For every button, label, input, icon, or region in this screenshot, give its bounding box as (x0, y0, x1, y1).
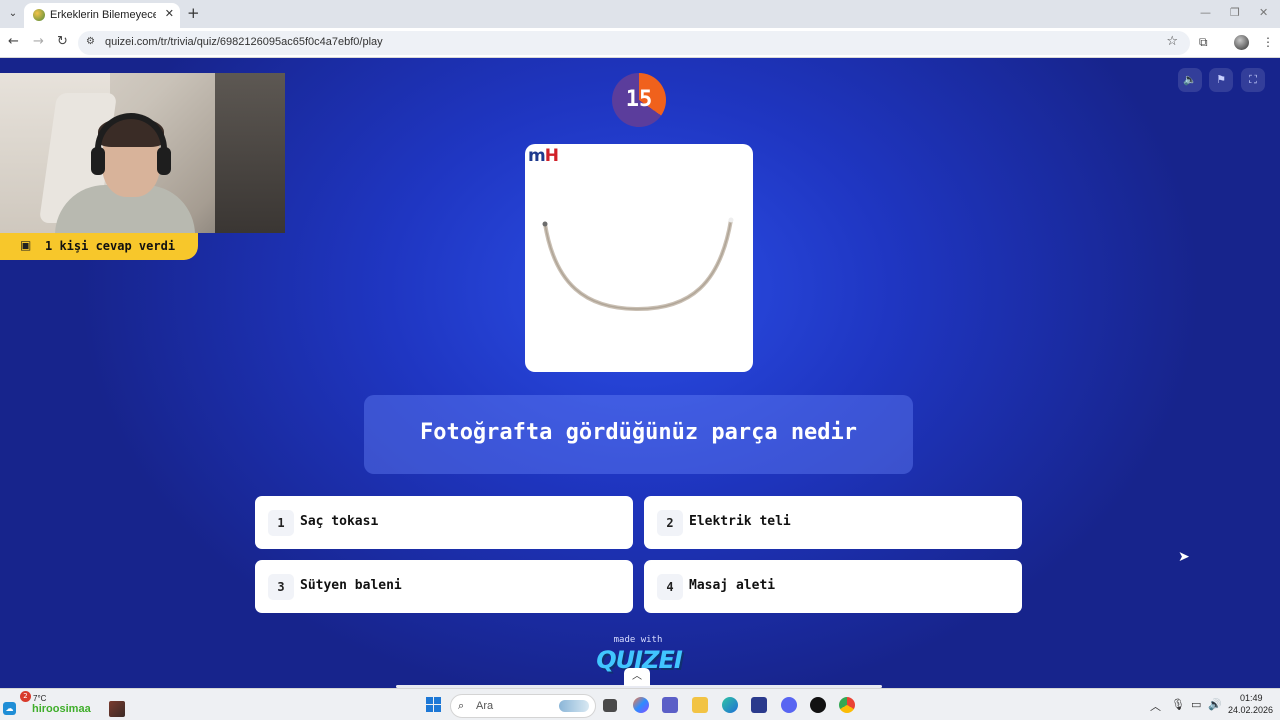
quiz-page: ▣ 1 kişi cevap verdi 15 🔈 ⚑ ⛶ mH Fotoğra… (0, 58, 1280, 688)
answer-label: Elektrik teli (689, 514, 791, 529)
task-view-icon[interactable] (603, 699, 617, 712)
notification-badge: 2 (20, 691, 31, 702)
answer-option-2[interactable]: 2 Elektrik teli (644, 496, 1022, 549)
site-favicon-icon (33, 9, 45, 21)
answer-number: 2 (657, 510, 683, 536)
extensions-icon[interactable]: ⧉ (1199, 35, 1208, 50)
url-text: quizei.com/tr/trivia/quiz/6982126095ac65… (105, 36, 383, 48)
edge-icon[interactable] (722, 697, 738, 713)
countdown-timer: 15 (612, 73, 666, 127)
answer-number: 4 (657, 574, 683, 600)
answer-number: 1 (268, 510, 294, 536)
store-icon[interactable] (751, 697, 767, 713)
more-menu-icon[interactable]: ⋮ (1262, 35, 1274, 49)
file-explorer-icon[interactable] (692, 697, 708, 713)
mouse-cursor-icon: ➤ (1178, 549, 1190, 565)
clock-date[interactable]: 24.02.2026 (1228, 705, 1273, 715)
reload-icon[interactable]: ↻ (57, 34, 68, 50)
microphone-icon[interactable]: 🎙 (1171, 698, 1185, 711)
answer-label: Masaj aleti (689, 578, 776, 593)
sound-toggle-icon[interactable]: 🔈 (1178, 68, 1202, 92)
address-bar[interactable]: ⚙ quizei.com/tr/trivia/quiz/6982126095ac… (78, 31, 1190, 55)
profile-avatar[interactable] (1234, 35, 1249, 50)
site-info-icon[interactable]: ⚙ (86, 36, 95, 47)
obs-icon[interactable] (810, 697, 826, 713)
made-with-text: made with (613, 635, 663, 645)
answer-label: Saç tokası (300, 514, 379, 529)
search-placeholder: Ara (476, 700, 494, 712)
back-arrow-icon[interactable]: ← (8, 34, 19, 50)
question-image: mH (525, 144, 753, 372)
chevron-up-icon[interactable]: ︿ (624, 668, 650, 686)
answer-label: Sütyen baleni (300, 578, 402, 593)
chat-icon: ▣ (20, 238, 32, 252)
search-icon: ⌕ (458, 699, 465, 712)
weather-temp: 7°C (33, 694, 47, 703)
browser-toolbar: ← → ↻ ⚙ quizei.com/tr/trivia/quiz/698212… (0, 28, 1280, 58)
stream-channel-label[interactable]: hiroosimaa (32, 703, 91, 715)
answered-count-text: 1 kişi cevap verdi (45, 239, 176, 253)
search-highlight-icon (559, 700, 589, 712)
stream-thumbnail[interactable] (109, 701, 125, 717)
windows-taskbar: 2 ☁ 7°C hiroosimaa ⌕ Ara ︿ 🎙 ▭ 🔊 01:49 2… (0, 688, 1280, 720)
taskbar-search[interactable]: ⌕ Ara (450, 694, 596, 718)
question-panel: Fotoğrafta gördüğünüz parça nedir (364, 395, 913, 474)
teams-icon[interactable] (662, 697, 678, 713)
new-tab-button[interactable]: + (187, 5, 200, 21)
answer-option-1[interactable]: 1 Saç tokası (255, 496, 633, 549)
answer-number: 3 (268, 574, 294, 600)
webcam-overlay (0, 73, 285, 233)
chrome-icon[interactable] (839, 697, 855, 713)
network-icon[interactable]: ▭ (1191, 698, 1201, 711)
tab-search-button[interactable]: ⌄ (4, 5, 22, 23)
answer-option-3[interactable]: 3 Sütyen baleni (255, 560, 633, 613)
underwire-image (542, 217, 734, 312)
tab-close-icon[interactable]: ✕ (165, 7, 174, 20)
timer-value: 15 (625, 87, 653, 112)
answered-count-badge: ▣ 1 kişi cevap verdi (0, 233, 198, 260)
bookmark-star-icon[interactable]: ☆ (1166, 34, 1178, 49)
clock-time[interactable]: 01:49 (1240, 693, 1263, 703)
discord-icon[interactable] (781, 697, 797, 713)
close-window-icon[interactable]: ✕ (1259, 6, 1268, 19)
question-text: Fotoğrafta gördüğünüz parça nedir (419, 420, 858, 445)
volume-icon[interactable]: 🔊 (1208, 698, 1222, 711)
restore-icon[interactable]: ❐ (1230, 6, 1240, 19)
answer-option-4[interactable]: 4 Masaj aleti (644, 560, 1022, 613)
fullscreen-icon[interactable]: ⛶ (1241, 68, 1265, 92)
tray-chevron-icon[interactable]: ︿ (1150, 698, 1161, 714)
copilot-icon[interactable] (633, 697, 649, 713)
active-tab[interactable]: Erkeklerin Bilemeyeceği Şeyler ✕ (24, 3, 180, 28)
tab-title: Erkeklerin Bilemeyeceği Şeyler (50, 9, 156, 21)
report-flag-icon[interactable]: ⚑ (1209, 68, 1233, 92)
forward-arrow-icon[interactable]: → (33, 34, 44, 50)
minimize-icon[interactable]: — (1200, 6, 1211, 19)
windows-start-icon[interactable] (426, 697, 442, 713)
weather-icon[interactable]: ☁ (3, 702, 16, 715)
tab-strip: ⌄ Erkeklerin Bilemeyeceği Şeyler ✕ + — ❐… (0, 0, 1280, 28)
